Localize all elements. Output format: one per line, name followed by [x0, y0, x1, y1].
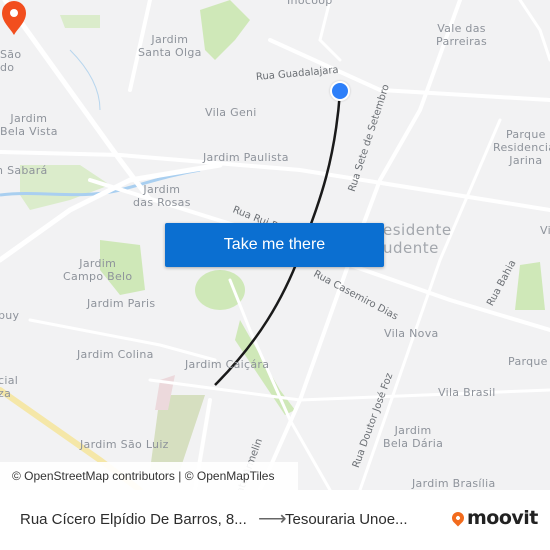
label-buy: buy [0, 309, 20, 322]
label-sabara: n Sabará [0, 164, 48, 177]
label-jardim-paulista: Jardim Paulista [203, 151, 289, 164]
label-jardim-colina: Jardim Colina [77, 348, 154, 361]
label-vi: Vi [540, 224, 550, 237]
destination-pin-icon[interactable] [0, 0, 28, 36]
park [200, 0, 250, 60]
label-jardim-brasilia: Jardim Brasília [412, 477, 496, 490]
label-vila-brasil: Vila Brasil [438, 386, 496, 399]
map-attribution[interactable]: © OpenStreetMap contributors | © OpenMap… [0, 462, 298, 490]
origin-text: Rua Cícero Elpídio De Barros, 8... [20, 511, 247, 528]
label-vale-das-parreiras: Vale das Parreiras [436, 22, 488, 48]
label-jardim-bela-vista: Jardim Bela Vista [0, 112, 58, 138]
park [60, 15, 100, 28]
label-jardim-caicara: Jardim Caiçára [185, 358, 270, 371]
origin-marker[interactable] [330, 81, 350, 101]
label-parque-residencial-jarina: Parque Residencial Jarina [493, 128, 550, 167]
destination-text: Tesouraria Unoe... [285, 511, 408, 528]
footer-bar: Rua Cícero Elpídio De Barros, 8... ⟶ Tes… [0, 490, 550, 550]
label-inocoop: Inocoop [287, 0, 333, 7]
park [195, 270, 245, 310]
label-jardim-paris: Jardim Paris [87, 297, 156, 310]
moovit-pin-icon [449, 509, 467, 527]
label-jardim-sao-luiz: Jardim São Luiz [80, 438, 169, 451]
label-jardim-santa-olga: Jardim Santa Olga [138, 33, 202, 59]
label-presidente-prudente: esidente udente [383, 221, 452, 257]
arrow-right-icon: ⟶ [258, 508, 287, 530]
label-vila-geni: Vila Geni [205, 106, 257, 119]
label-jardim-campo-belo: Jardim Campo Belo [63, 257, 133, 283]
label-jardim-bela-daria: Jardim Bela Dária [383, 424, 444, 450]
take-me-there-button[interactable]: Take me there [165, 223, 384, 267]
label-parque: Parque [508, 355, 548, 368]
label-cial-za: cial za [0, 374, 19, 400]
park [515, 262, 545, 310]
stream [69, 49, 101, 111]
label-jardim-das-rosas: Jardim das Rosas [133, 183, 191, 209]
map[interactable]: Inocoop São do Jardim Santa Olga Vale da… [0, 0, 550, 490]
label-sao-do: São do [0, 48, 22, 74]
moovit-logo[interactable]: moovit [449, 507, 538, 529]
brand-name: moovit [467, 507, 538, 529]
label-vila-nova: Vila Nova [384, 327, 439, 340]
